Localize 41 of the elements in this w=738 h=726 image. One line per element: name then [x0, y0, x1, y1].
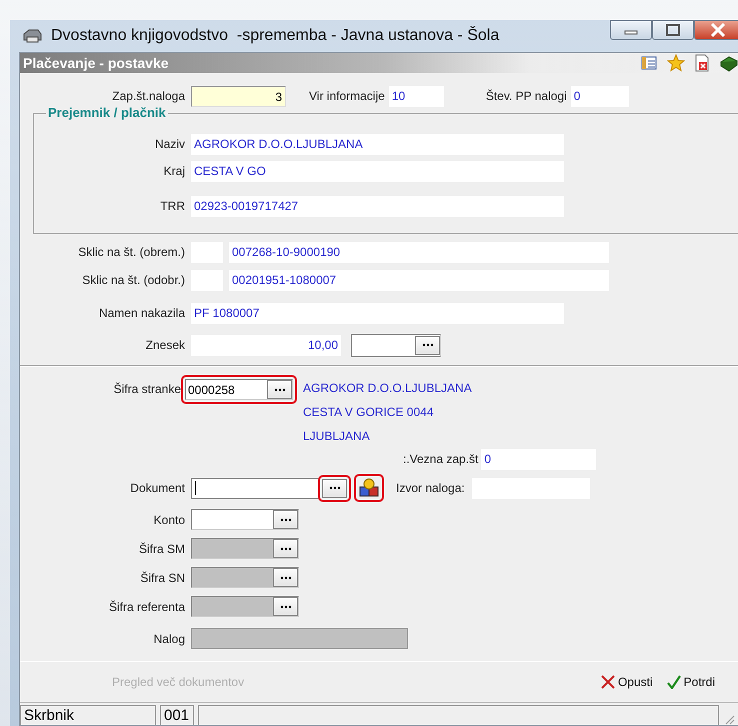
panel-title: Plačevanje - postavke — [23, 55, 170, 71]
input-field[interactable]: 02923-0019717427 — [191, 196, 564, 216]
field-label: TRR — [159, 199, 185, 213]
input-field[interactable]: AGROKOR D.O.O.LJUBLJANA — [191, 134, 564, 154]
field-label: :.Vezna zap.št — [403, 452, 478, 466]
field-label: Štev. PP nalogi — [486, 89, 567, 103]
lookup-field[interactable]: 0000258 — [185, 379, 293, 400]
field-label: Nalog — [152, 632, 185, 646]
input-field[interactable]: PF 1080007 — [191, 302, 564, 324]
window-title: Dvostavno knjigovodstvo -sprememba - Javna ustanova - Šola — [51, 27, 500, 45]
partner-info: LJUBLJANA — [303, 429, 371, 444]
input-field[interactable]: 10 — [388, 86, 444, 106]
field-label: Namen nakazila — [98, 306, 185, 320]
field-label: Sklic na št. (obrem.) — [77, 245, 185, 259]
confirm-button[interactable]: Potrdi — [666, 675, 715, 689]
input-field[interactable]: 007268-10-9000190 — [229, 242, 609, 262]
input-field[interactable]: 0 — [570, 86, 629, 106]
status-cell: Skrbnik — [20, 705, 156, 725]
field-label: Šifra referenta — [108, 600, 185, 614]
group-title: Prejemnik / plačnik — [46, 105, 168, 120]
field-label: Šifra SN — [139, 570, 185, 584]
field-label: Vir informacije — [309, 89, 385, 103]
field-label: Šifra SM — [138, 542, 185, 556]
field-label: Konto — [152, 512, 185, 526]
partner-info: AGROKOR D.O.O.LJUBLJANA — [303, 381, 472, 396]
field-label: Naziv — [154, 137, 185, 151]
input-field[interactable]: 3 — [191, 86, 286, 106]
cancel-button[interactable]: Opusti — [600, 675, 653, 689]
field-label: Dokument — [129, 481, 185, 495]
partner-info: CESTA V GORICE 0044 — [303, 405, 434, 420]
field-label: Sklic na št. (odobr.) — [81, 273, 185, 287]
field-label: Šifra stranke — [112, 381, 181, 398]
field-label: Kraj — [162, 164, 185, 178]
input-field[interactable]: 00201951-1080007 — [229, 270, 609, 290]
input-field[interactable]: 10,00 — [191, 334, 341, 356]
status-cell: 001 — [160, 705, 194, 725]
field-label: Znesek — [144, 338, 185, 352]
input-field[interactable]: 0 — [481, 448, 596, 470]
input-field[interactable]: CESTA V GO — [191, 160, 564, 182]
field-label: Izvor naloga: — [396, 481, 465, 495]
field-label: Zap.št.naloga — [111, 89, 185, 103]
